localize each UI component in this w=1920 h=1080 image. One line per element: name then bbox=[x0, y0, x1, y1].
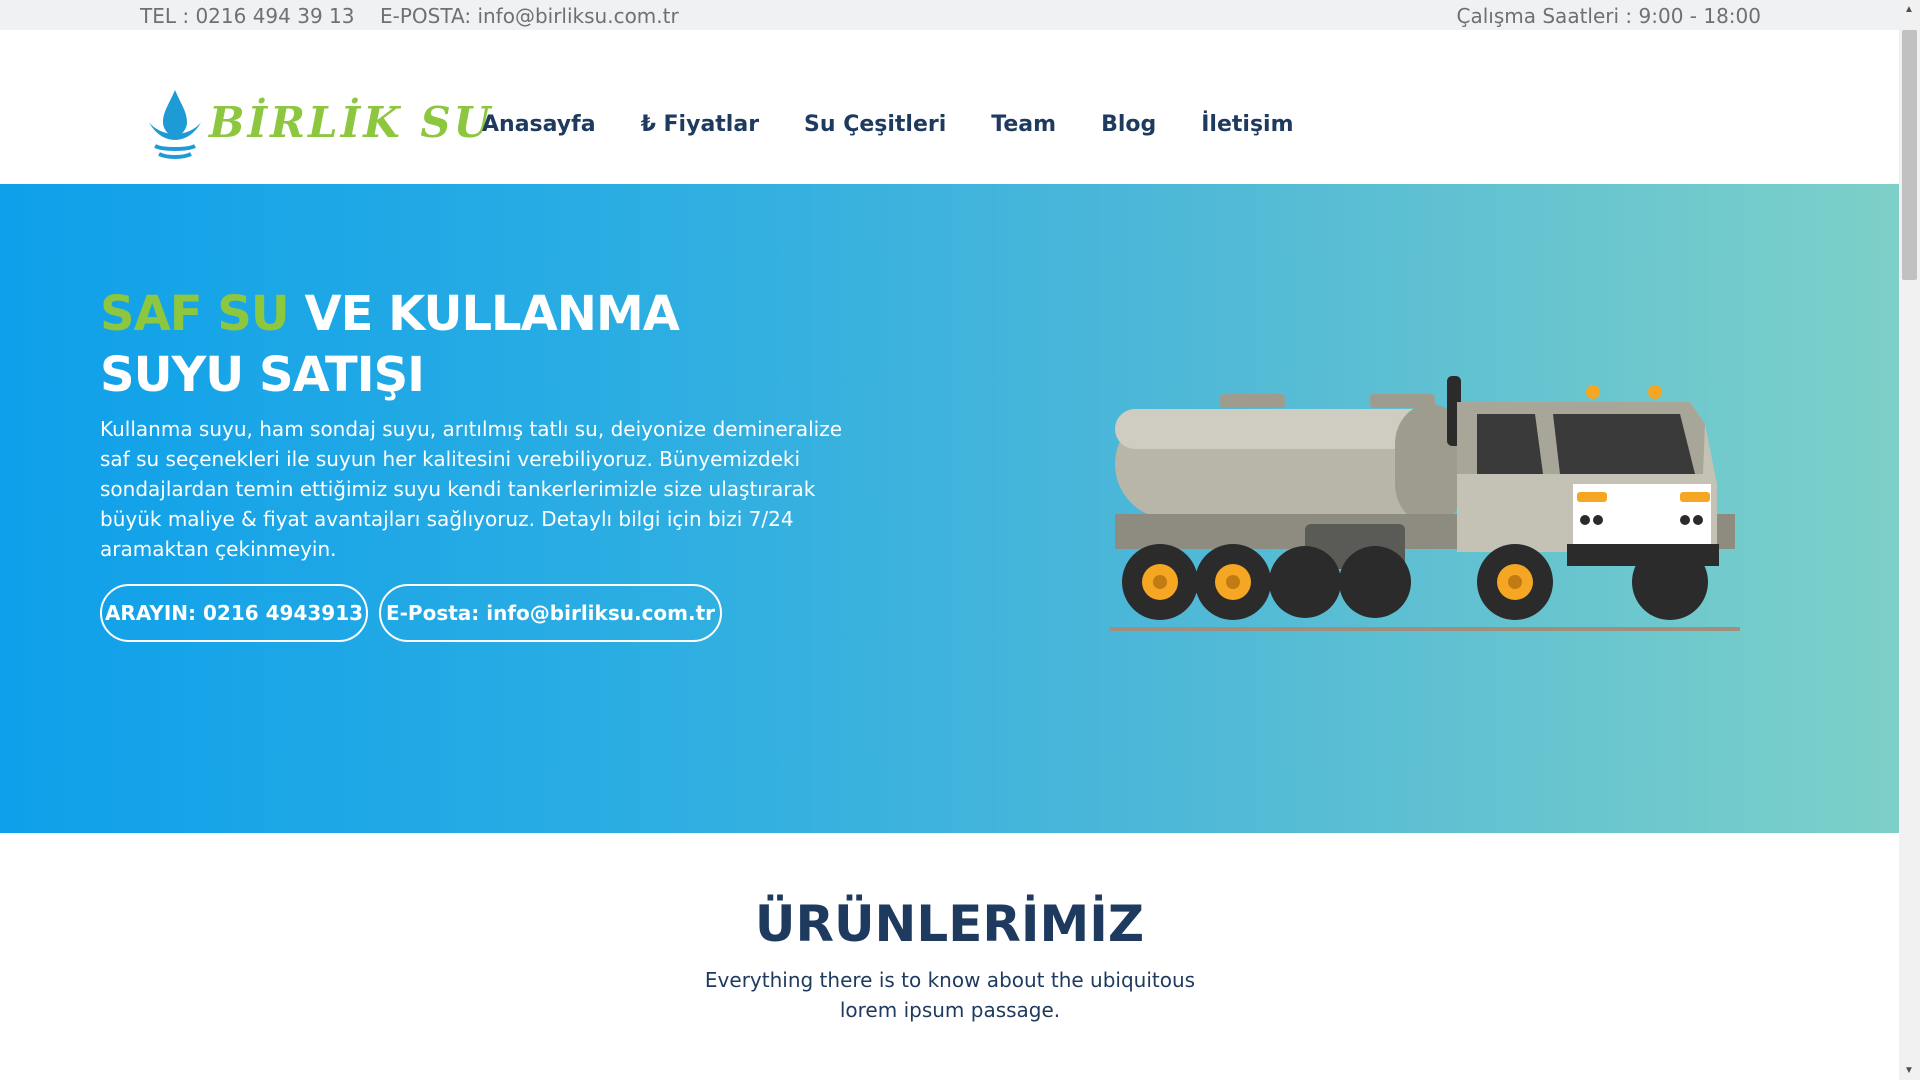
call-button[interactable]: ARAYIN: 0216 4943913 bbox=[100, 584, 368, 642]
scroll-up-arrow-icon[interactable]: ▲ bbox=[1904, 4, 1914, 15]
site-logo[interactable]: BİRLİK SU bbox=[145, 88, 490, 170]
scroll-down-arrow-icon[interactable]: ▼ bbox=[1904, 1065, 1914, 1076]
topbar-working-hours: Çalışma Saatleri : 9:00 - 18:00 bbox=[1456, 4, 1761, 28]
nav-home[interactable]: Anasayfa bbox=[482, 112, 596, 137]
nav-contact[interactable]: İletişim bbox=[1201, 112, 1293, 137]
water-drop-logo-icon bbox=[149, 90, 201, 159]
products-section-subtitle: Everything there is to know about the ub… bbox=[704, 968, 1196, 1022]
email-button[interactable]: E-Posta: info@birliksu.com.tr bbox=[379, 584, 722, 642]
hero-title: SAF SU VE KULLANMA SUYU SATIŞI bbox=[100, 284, 680, 406]
scrollbar-thumb[interactable] bbox=[1902, 30, 1917, 280]
topbar-phone: TEL : 0216 494 39 13 bbox=[140, 4, 355, 28]
hero-banner: SAF SU VE KULLANMA SUYU SATIŞI Kullanma … bbox=[0, 184, 1899, 833]
nav-water-types[interactable]: Su Çeşitleri bbox=[804, 112, 946, 137]
nav-blog[interactable]: Blog bbox=[1101, 112, 1156, 137]
hero-title-rest: VE KULLANMA bbox=[288, 286, 679, 342]
hero-title-line2: SUYU SATIŞI bbox=[100, 347, 425, 403]
products-section-title: ÜRÜNLERİMİZ bbox=[754, 895, 1145, 953]
nav-prices[interactable]: ₺ Fiyatlar bbox=[641, 112, 759, 137]
topbar-email: E-POSTA: info@birliksu.com.tr bbox=[380, 4, 679, 28]
page-scrollbar[interactable]: ▲ ▼ bbox=[1899, 0, 1920, 1080]
nav-team[interactable]: Team bbox=[991, 112, 1056, 137]
main-navigation: Anasayfa ₺ Fiyatlar Su Çeşitleri Team Bl… bbox=[482, 112, 1339, 137]
hero-description: Kullanma suyu, ham sondaj suyu, arıtılmı… bbox=[100, 417, 843, 561]
hero-title-accent: SAF SU bbox=[100, 286, 290, 342]
top-info-bar: TEL : 0216 494 39 13 E-POSTA: info@birli… bbox=[0, 0, 1899, 30]
logo-text: BİRLİK SU bbox=[209, 98, 494, 147]
site-header: BİRLİK SU Anasayfa ₺ Fiyatlar Su Çeşitle… bbox=[0, 30, 1899, 184]
water-tanker-truck-image bbox=[1110, 376, 1740, 631]
